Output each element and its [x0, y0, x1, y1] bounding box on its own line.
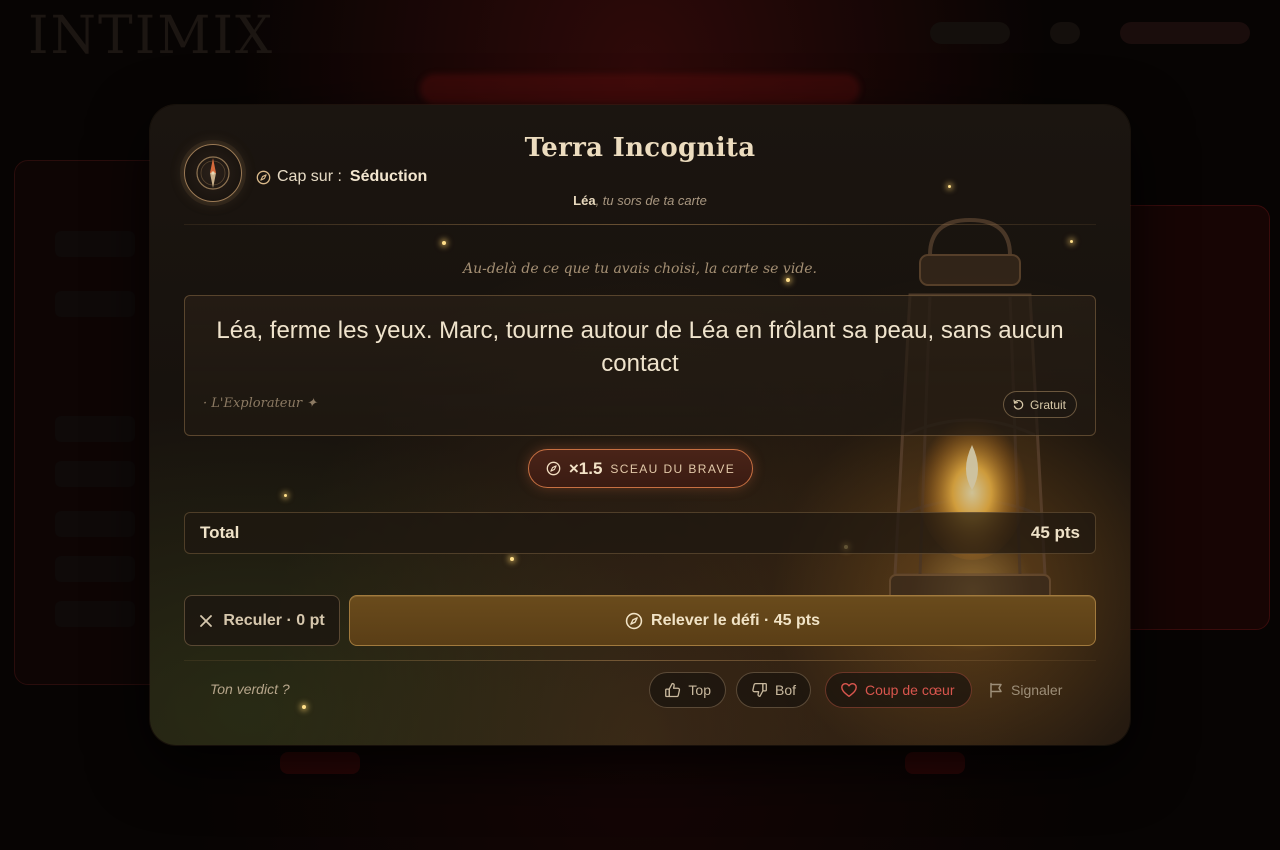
thumbs-down-icon: [752, 682, 767, 698]
verdict-prompt: Ton verdict ?: [210, 681, 290, 697]
challenge-lead: Au-delà de ce que tu avais choisi, la ca…: [462, 261, 818, 277]
background-row: [55, 291, 135, 317]
sparkle: [786, 278, 790, 282]
background-row: [55, 601, 135, 627]
header-divider: [184, 224, 1096, 225]
heart-icon: [841, 682, 857, 698]
sparkle: [284, 494, 287, 497]
destination-label: Cap sur : Séduction: [256, 168, 427, 186]
background-row: [55, 461, 135, 487]
sparkle: [510, 557, 514, 561]
sparkle: [442, 241, 446, 245]
challenge-card: Léa, ferme les yeux. Marc, tourne autour…: [184, 295, 1096, 436]
background-nav-pill: [1120, 22, 1250, 44]
sparkle: [302, 705, 306, 709]
brave-seal-badge: ×1.5 SCEAU DU BRAVE: [528, 449, 753, 488]
sparkle: [948, 185, 951, 188]
back-out-button[interactable]: Reculer · 0 pt: [184, 595, 340, 646]
background-row: [55, 511, 135, 537]
accept-challenge-button[interactable]: Relever le défi · 45 pts: [349, 595, 1096, 646]
vote-bof-label: Bof: [774, 682, 796, 698]
vote-top-label: Top: [688, 682, 711, 698]
challenge-modal: Cap sur : Séduction Terra Incognita Léa,…: [150, 105, 1130, 745]
background-glow: [420, 74, 860, 104]
seal-label: SCEAU DU BRAVE: [610, 461, 736, 476]
background-nav-pill: [930, 22, 1010, 44]
background-topnav: [930, 22, 1250, 44]
modal-subtitle: Léa, tu sors de ta carte: [150, 193, 1130, 208]
background-footer-pill: [280, 752, 360, 774]
background-side-panel: [1110, 205, 1270, 630]
total-label: Total: [200, 523, 240, 542]
background-row: [55, 231, 135, 257]
report-button[interactable]: Signaler: [988, 672, 1062, 708]
compass-icon: [256, 170, 271, 184]
background-row: [55, 416, 135, 442]
background-row: [55, 556, 135, 582]
verdict-divider: [184, 660, 1096, 661]
close-icon: [200, 614, 213, 627]
challenge-signature: · L'Explorateur ✦: [203, 396, 318, 411]
thumbs-up-icon: [665, 682, 681, 698]
reroll-free-label: Gratuit: [1029, 397, 1066, 412]
challenge-text: Léa, ferme les yeux. Marc, tourne autour…: [216, 317, 1064, 377]
player-name: Léa: [573, 193, 596, 208]
vote-top-button[interactable]: Top: [649, 672, 726, 708]
vote-bof-button[interactable]: Bof: [736, 672, 811, 708]
sparkle: [1070, 240, 1073, 243]
subtitle-text: , tu sors de ta carte: [595, 193, 707, 208]
vote-favorite-label: Coup de cœur: [865, 682, 955, 698]
back-out-label: Reculer · 0 pt: [223, 611, 325, 629]
seal-multiplier: ×1.5: [568, 458, 603, 478]
reroll-free-button[interactable]: Gratuit: [1002, 391, 1077, 418]
total-row: Total 45 pts: [184, 512, 1096, 554]
refresh-icon: [1013, 399, 1024, 410]
app-logo: INTIMIX: [28, 6, 275, 66]
accept-challenge-label: Relever le défi · 45 pts: [651, 611, 820, 629]
report-label: Signaler: [1011, 682, 1063, 698]
vote-favorite-button[interactable]: Coup de cœur: [825, 672, 972, 708]
total-value: 45 pts: [1030, 523, 1080, 542]
destination-value: Séduction: [349, 168, 428, 185]
background-footer-pill: [905, 752, 965, 774]
compass-icon: [625, 612, 643, 629]
background-nav-pill: [1050, 22, 1080, 44]
flag-icon: [990, 682, 1002, 698]
modal-title: Terra Incognita: [524, 133, 756, 163]
background-sidebar: [14, 160, 164, 685]
compass-icon: [546, 461, 561, 476]
destination-prefix: Cap sur :: [277, 168, 342, 185]
